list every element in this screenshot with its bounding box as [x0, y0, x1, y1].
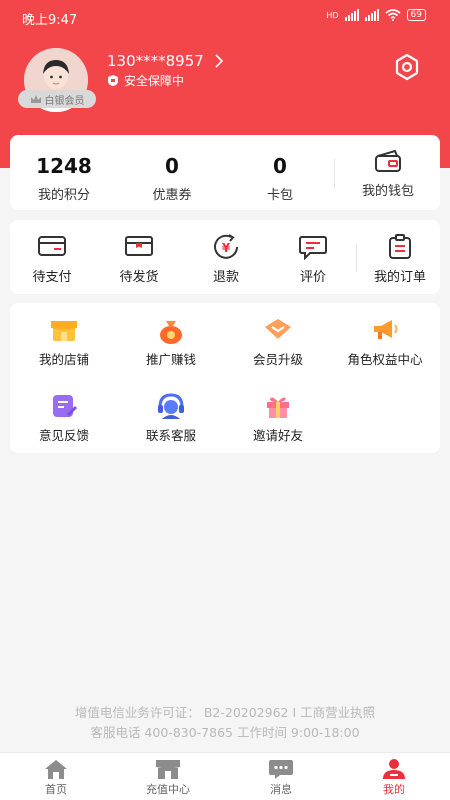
phone-number: 130****8957	[107, 52, 204, 70]
service-invite-friends[interactable]: 邀请好友	[223, 393, 333, 444]
tab-mine[interactable]: 我的	[338, 757, 450, 797]
diamond-icon	[265, 319, 291, 339]
hd-label: HD	[326, 10, 339, 20]
license-text: 增值电信业务许可证： B2-20202962 I 工商营业执照	[74, 705, 376, 720]
my-orders[interactable]: 我的订单	[360, 234, 440, 285]
svg-text:¥: ¥	[222, 241, 231, 255]
refund-icon: ¥	[214, 234, 238, 259]
tab-home-label: 首页	[45, 783, 67, 796]
tab-recharge[interactable]: 充值中心	[112, 757, 224, 797]
status-icons: HD 69	[326, 9, 426, 21]
shield-icon	[108, 75, 118, 86]
signal-icon-2	[364, 9, 379, 21]
status-time: 晚上9:47	[22, 13, 78, 28]
divider	[334, 159, 335, 189]
security-label: 安全保障中	[124, 74, 185, 88]
member-badge: 白银会员	[18, 90, 96, 108]
stat-coupons[interactable]: 0 优惠券	[122, 155, 222, 203]
service-contact-support[interactable]: 联系客服	[116, 393, 226, 444]
stat-wallet[interactable]: 我的钱包	[338, 149, 438, 199]
stat-points[interactable]: 1248 我的积分	[14, 155, 114, 203]
shop-icon	[156, 760, 180, 779]
megaphone-icon	[374, 320, 398, 339]
pending-shipment-label: 待发货	[119, 270, 159, 285]
coupons-label: 优惠券	[152, 188, 192, 203]
order-pending-shipment[interactable]: 待发货	[99, 234, 179, 285]
home-icon	[45, 760, 67, 779]
orders-card: 待支付 待发货 ¥ 退款 评价 我的订单	[10, 220, 440, 294]
review-label: 评价	[299, 270, 326, 285]
tab-messages[interactable]: 消息	[225, 757, 337, 797]
service-hotline-text: 客服电话 400-830-7865 工作时间 9:00-18:00	[90, 725, 360, 740]
message-icon	[269, 760, 293, 779]
service-member-upgrade[interactable]: 会员升级	[223, 317, 333, 368]
card-pack-value: 0	[273, 154, 287, 178]
member-upgrade-label: 会员升级	[252, 352, 303, 367]
card-pack-label: 卡包	[266, 188, 293, 203]
stats-card: 1248 我的积分 0 优惠券 0 卡包 我的钱包	[10, 135, 440, 210]
refund-label: 退款	[212, 270, 239, 285]
gift-icon	[267, 397, 289, 418]
contact-support-label: 联系客服	[145, 428, 196, 443]
orders-icon	[389, 234, 411, 259]
service-role-benefits[interactable]: 角色权益中心	[330, 317, 440, 368]
feedback-icon	[53, 395, 78, 417]
wifi-icon	[385, 9, 401, 21]
account-link[interactable]: 130****8957	[107, 52, 224, 70]
coupons-value: 0	[165, 154, 179, 178]
tab-home[interactable]: 首页	[0, 757, 112, 797]
wallet-icon	[375, 149, 401, 172]
service-feedback[interactable]: 意见反馈	[9, 393, 119, 444]
order-refund[interactable]: ¥ 退款	[186, 234, 266, 285]
service-my-store[interactable]: 我的店铺	[9, 317, 119, 368]
invite-friends-label: 邀请好友	[252, 428, 303, 443]
wallet-label: 我的钱包	[361, 184, 414, 199]
my-orders-label: 我的订单	[373, 270, 426, 285]
my-store-label: 我的店铺	[38, 352, 89, 367]
tab-recharge-label: 充值中心	[146, 783, 190, 796]
divider	[356, 244, 357, 272]
role-benefits-label: 角色权益中心	[347, 352, 423, 367]
points-label: 我的积分	[37, 188, 90, 203]
store-icon	[51, 321, 77, 341]
points-value: 1248	[36, 154, 92, 178]
box-icon	[125, 236, 153, 256]
battery-icon: 69	[406, 9, 426, 21]
headset-icon	[158, 393, 184, 419]
bottom-tab-bar: 首页 充值中心 消息 我的	[0, 752, 450, 800]
crown-icon	[30, 95, 41, 103]
promote-earn-label: 推广赚钱	[145, 352, 196, 367]
user-icon	[383, 759, 405, 779]
tab-mine-label: 我的	[383, 783, 405, 796]
payment-icon	[38, 236, 66, 256]
services-card: 我的店铺 推广赚钱 会员升级 角色权益中心 意见反馈 联系客服 邀请好友	[10, 303, 440, 453]
status-bar: 晚上9:47 HD 69	[0, 0, 450, 34]
money-bag-icon	[160, 321, 182, 344]
tab-messages-label: 消息	[270, 783, 292, 796]
member-badge-label: 白银会员	[44, 95, 85, 107]
order-pending-payment[interactable]: 待支付	[12, 234, 92, 285]
pending-payment-label: 待支付	[32, 270, 72, 285]
settings-icon	[395, 53, 419, 81]
chevron-right-icon	[215, 54, 223, 68]
service-promote-earn[interactable]: 推广赚钱	[116, 317, 226, 368]
settings-button[interactable]	[392, 52, 422, 82]
stat-card-pack[interactable]: 0 卡包	[230, 155, 330, 203]
order-review[interactable]: 评价	[273, 234, 353, 285]
review-icon	[299, 236, 327, 260]
security-status: 安全保障中	[107, 72, 184, 89]
feedback-label: 意见反馈	[38, 428, 89, 443]
signal-icon	[344, 9, 359, 21]
